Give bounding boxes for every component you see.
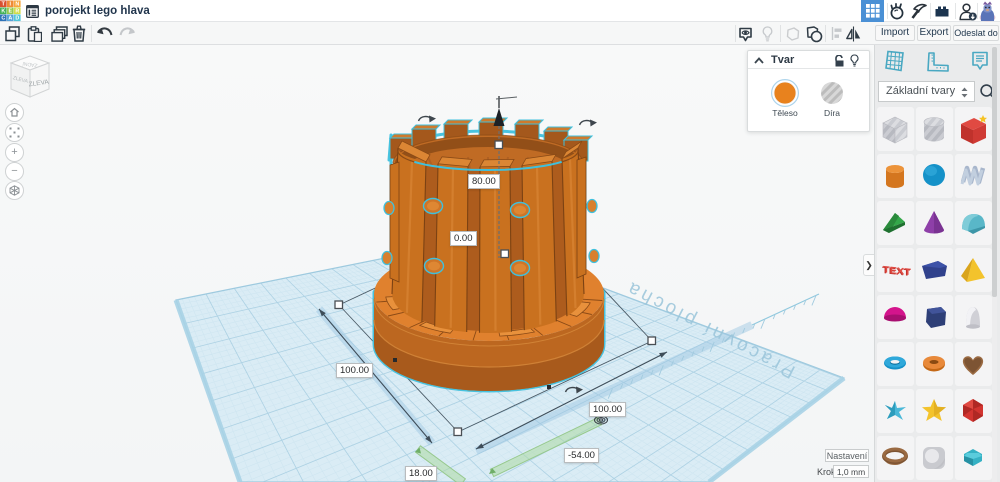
svg-text:R: R — [15, 9, 19, 15]
svg-text:C: C — [1, 16, 5, 22]
svg-text:E: E — [8, 9, 12, 15]
svg-text:D: D — [15, 16, 19, 22]
svg-text:A: A — [8, 16, 12, 22]
svg-text:K: K — [1, 9, 5, 15]
svg-text:N: N — [15, 2, 19, 8]
